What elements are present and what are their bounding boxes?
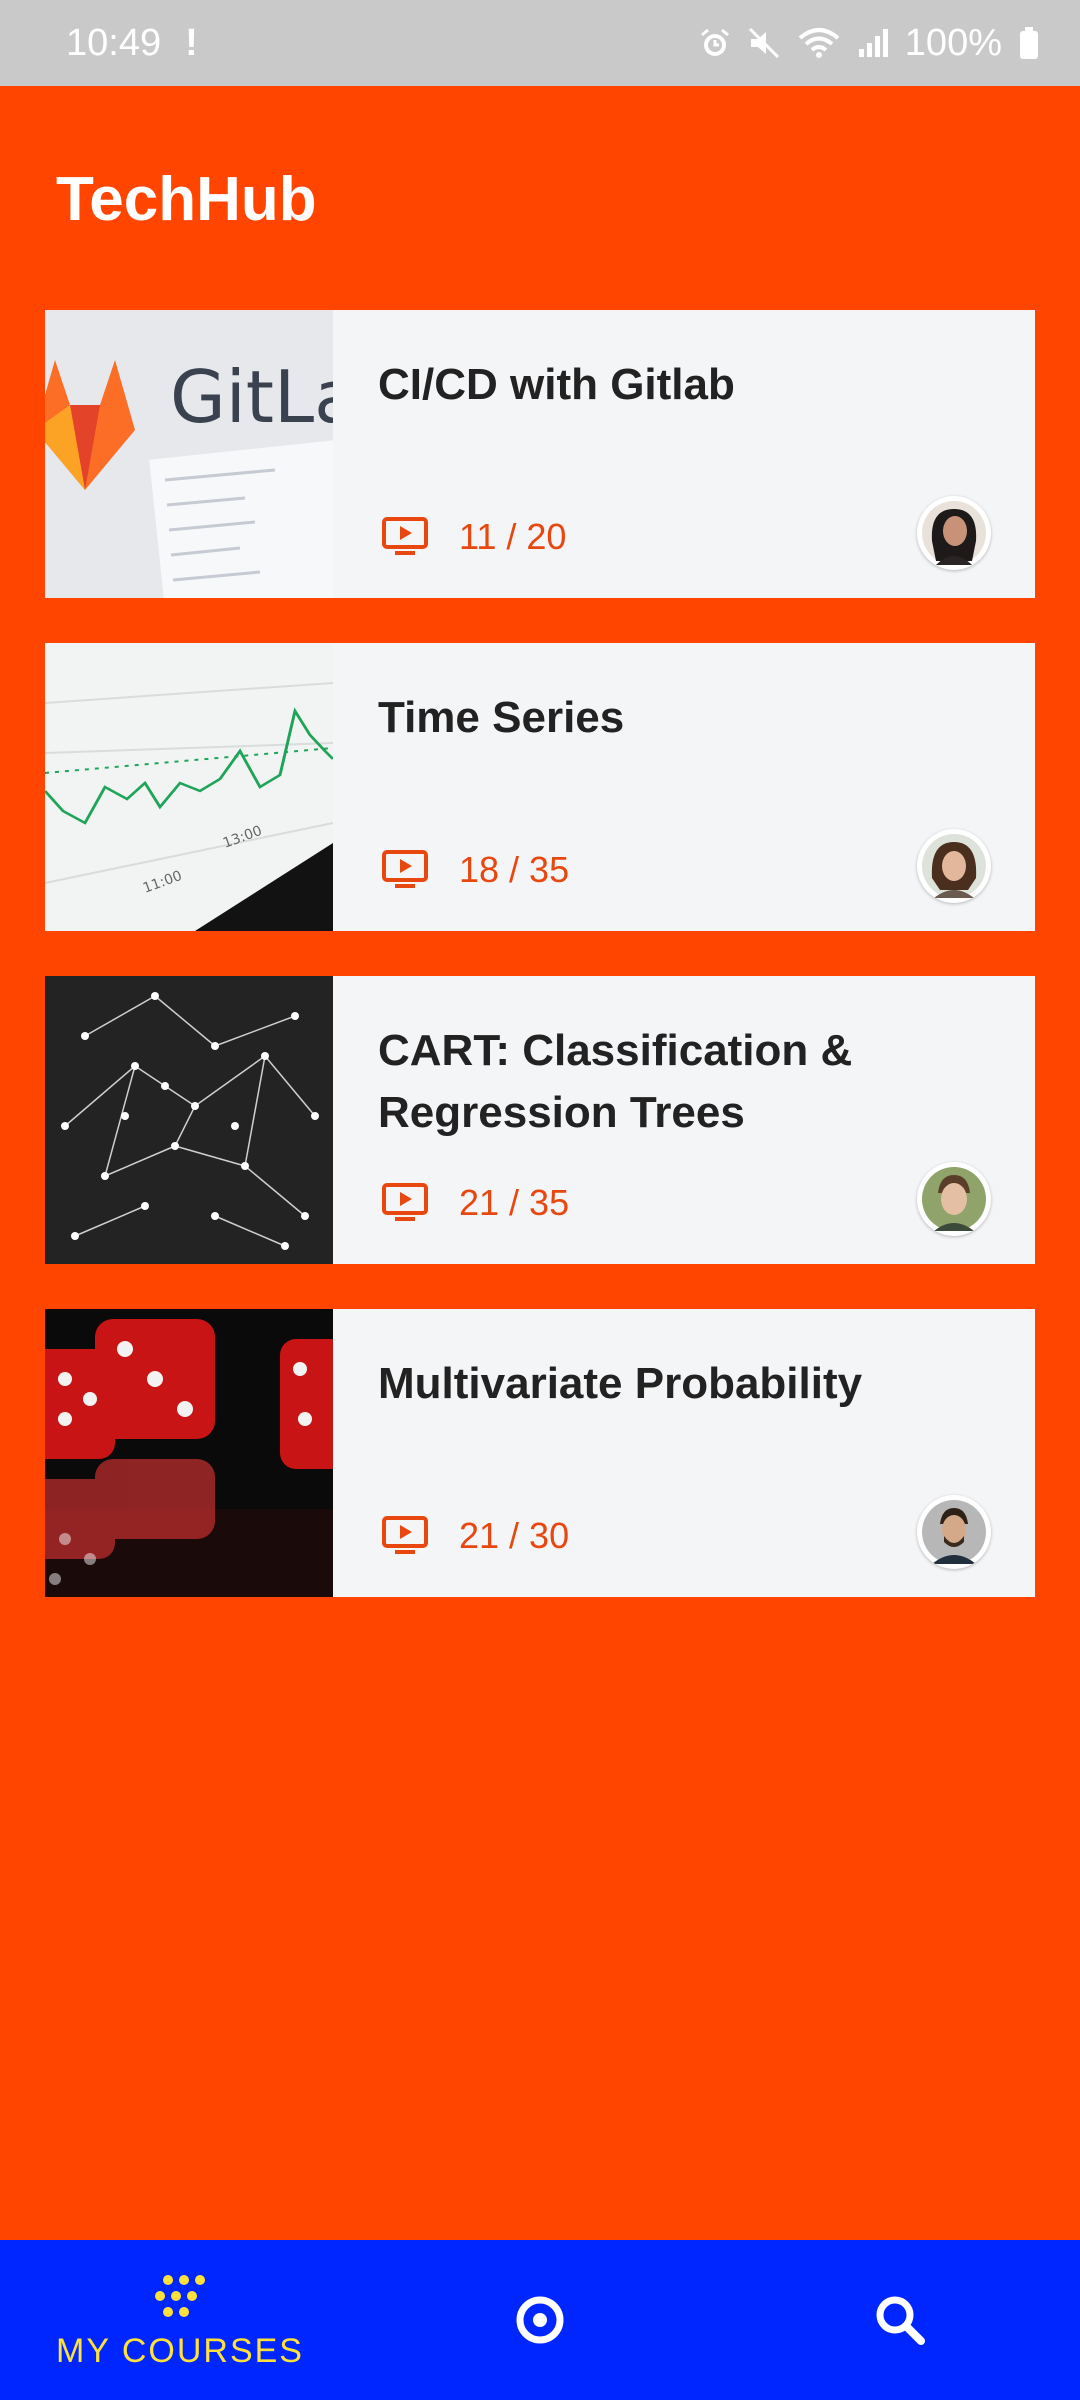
- target-icon: [516, 2296, 564, 2344]
- search-icon: [876, 2296, 925, 2345]
- dots-grid-icon: [155, 2274, 205, 2317]
- nav-target[interactable]: [360, 2240, 720, 2400]
- course-body: CART: Classification & Regression Trees …: [333, 976, 1035, 1264]
- course-list: GitLa CI/CD with Gitlab 11 / 20: [45, 310, 1035, 1642]
- signal-icon: [857, 27, 891, 59]
- status-right: 100%: [683, 22, 1040, 65]
- course-progress: 21 / 35: [381, 1182, 569, 1224]
- course-card[interactable]: CART: Classification & Regression Trees …: [45, 976, 1035, 1264]
- progress-text: 21 / 30: [459, 1515, 570, 1556]
- bottom-nav: MY COURSES: [0, 2240, 1080, 2400]
- battery-icon: [1018, 26, 1040, 60]
- app-bar: TechHub: [0, 86, 1080, 310]
- nav-my-courses[interactable]: MY COURSES: [0, 2240, 360, 2400]
- alarm-icon: [699, 27, 731, 59]
- course-thumbnail-line-chart: 11:00 13:00: [45, 643, 333, 931]
- course-title: CI/CD with Gitlab: [378, 360, 735, 409]
- video-play-icon: [382, 850, 428, 888]
- instructor-avatar[interactable]: [917, 496, 991, 570]
- course-title: Time Series: [378, 693, 625, 742]
- svg-text:GitLa: GitLa: [170, 355, 333, 439]
- course-card[interactable]: GitLa CI/CD with Gitlab 11 / 20: [45, 310, 1035, 598]
- course-title: Multivariate Probability: [378, 1359, 863, 1408]
- course-thumbnail-pin-network: [45, 976, 333, 1264]
- course-body: CI/CD with Gitlab 11 / 20: [333, 310, 1035, 598]
- course-card[interactable]: 11:00 13:00 Time Series 18 / 35: [45, 643, 1035, 931]
- app-title: TechHub: [56, 165, 317, 234]
- course-progress: 18 / 35: [381, 849, 569, 891]
- status-left: 10:49 !: [66, 22, 198, 65]
- video-play-icon: [382, 517, 428, 555]
- progress-text: 11 / 20: [459, 516, 567, 557]
- progress-text: 21 / 35: [459, 1182, 570, 1223]
- status-alert: !: [185, 21, 198, 64]
- video-play-icon: [382, 1183, 428, 1221]
- course-title: CART: Classification & Regression Trees: [378, 1026, 853, 1137]
- nav-search[interactable]: [720, 2240, 1080, 2400]
- video-play-icon: [382, 1516, 428, 1554]
- progress-text: 18 / 35: [459, 849, 570, 890]
- status-bar: 10:49 ! 100%: [0, 0, 1080, 86]
- instructor-avatar[interactable]: [917, 829, 991, 903]
- course-card[interactable]: Multivariate Probability 21 / 30: [45, 1309, 1035, 1597]
- course-body: Multivariate Probability 21 / 30: [333, 1309, 1035, 1597]
- course-body: Time Series 18 / 35: [333, 643, 1035, 931]
- status-time: 10:49: [66, 21, 162, 64]
- course-thumbnail-red-dice: [45, 1309, 333, 1597]
- instructor-avatar[interactable]: [917, 1162, 991, 1236]
- wifi-icon: [797, 26, 841, 60]
- nav-label: MY COURSES: [56, 2331, 304, 2370]
- course-progress: 21 / 30: [381, 1515, 569, 1557]
- instructor-avatar[interactable]: [917, 1495, 991, 1569]
- mute-icon: [747, 26, 781, 60]
- battery-percentage: 100%: [904, 21, 1002, 64]
- course-thumbnail-gitlab: GitLa: [45, 310, 333, 598]
- course-progress: 11 / 20: [381, 516, 566, 558]
